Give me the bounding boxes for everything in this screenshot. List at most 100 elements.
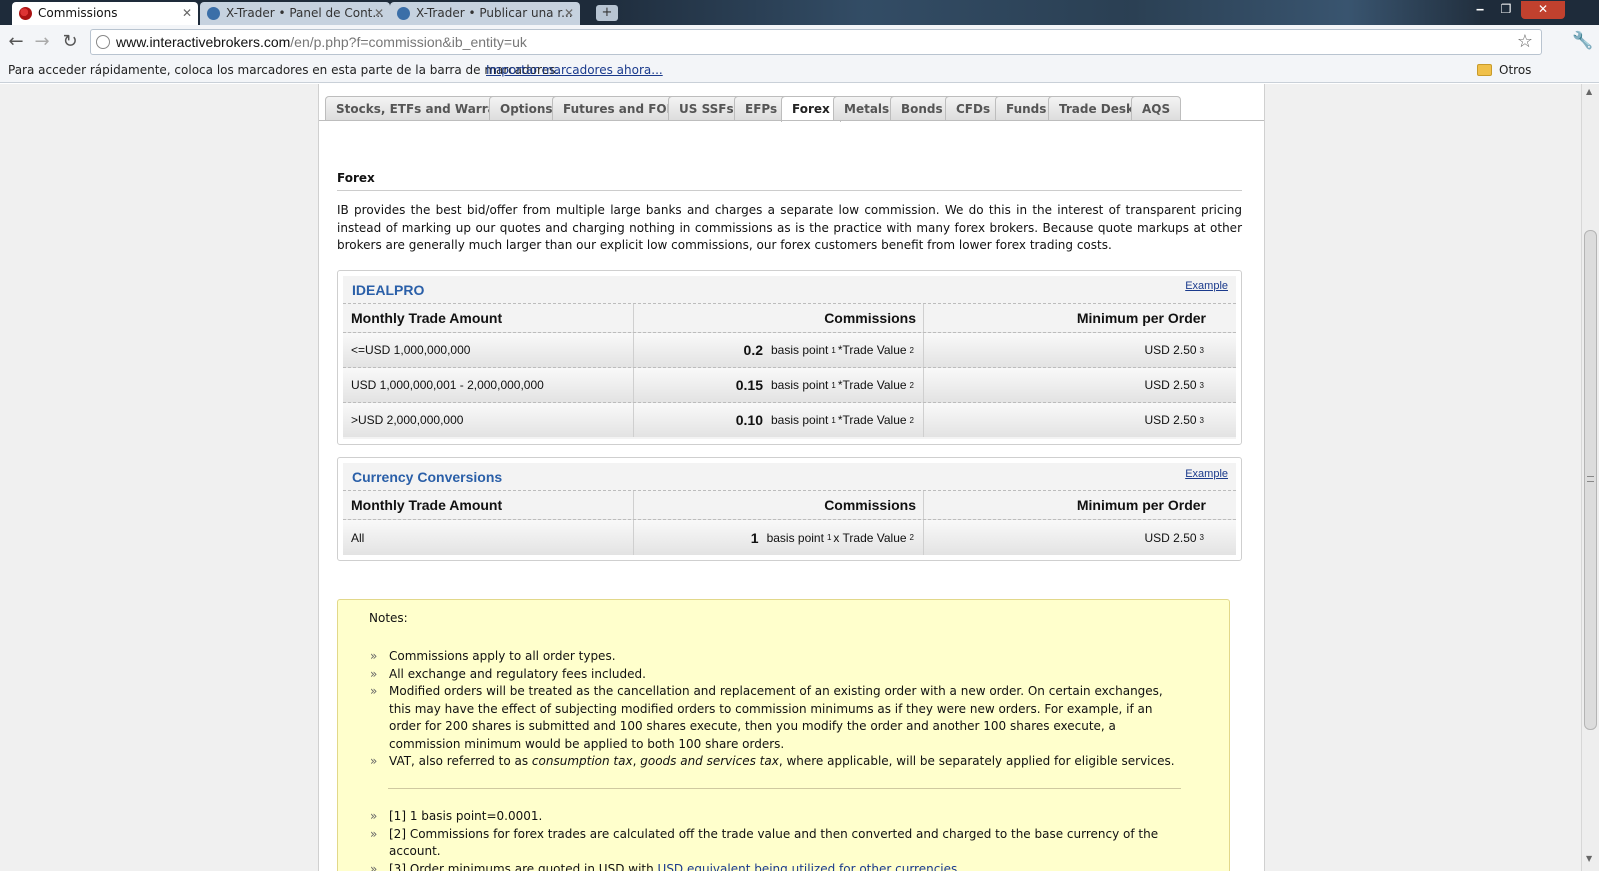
- browser-tab-commissions[interactable]: Commissions ✕: [12, 2, 198, 25]
- browser-tab-xtrader-publicar[interactable]: X-Trader • Publicar una r... ✕: [390, 2, 580, 25]
- trade-amount: <=USD 1,000,000,000: [351, 343, 471, 357]
- footnote-item: » [3] Order minimums are quoted in USD wi…: [370, 861, 1182, 871]
- idealpro-title: IDEALPRO: [352, 282, 425, 298]
- bullet-icon: »: [370, 684, 378, 698]
- footnote-ref[interactable]: 3: [1200, 346, 1204, 355]
- footnote-ref[interactable]: 2: [910, 381, 914, 390]
- import-bookmarks-link[interactable]: Importar marcadores ahora...: [486, 58, 663, 82]
- idealpro-example-link[interactable]: Example: [1185, 280, 1228, 292]
- new-tab-button[interactable]: +: [596, 5, 618, 21]
- bullet-icon: »: [370, 826, 378, 841]
- table-row: >USD 2,000,000,000 0.10 basis point 1 *Trad…: [343, 402, 1236, 437]
- commission-rate: 1: [750, 529, 759, 546]
- commission-multiplier: *Trade Value: [837, 378, 907, 392]
- section-title: Forex: [337, 171, 375, 185]
- browser-tab-title: Commissions: [38, 6, 118, 20]
- idealpro-panel: IDEALPRO Example Monthly Trade Amount Co…: [337, 270, 1242, 445]
- trade-amount: >USD 2,000,000,000: [351, 413, 464, 427]
- footnote-ref[interactable]: 2: [910, 346, 914, 355]
- notes-divider: [388, 788, 1181, 789]
- minimum-cell: USD 2.50 3: [923, 368, 1213, 402]
- idealpro-table: IDEALPRO Example Monthly Trade Amount Co…: [343, 276, 1236, 439]
- table-row: USD 1,000,000,001 - 2,000,000,000 0.15 ba…: [343, 367, 1236, 402]
- currency-conversions-panel: Currency Conversions Example Monthly Tra…: [337, 457, 1242, 561]
- commission-multiplier: x Trade Value: [833, 530, 907, 545]
- close-window-icon[interactable]: ✕: [1521, 1, 1565, 19]
- footnote-ref[interactable]: 2: [910, 416, 914, 425]
- tab-efps[interactable]: EFPs: [734, 96, 789, 121]
- notes-box: Notes: » Commissions apply to all order t…: [337, 599, 1230, 871]
- footnote-ref[interactable]: 1: [831, 416, 835, 425]
- bullet-icon: »: [370, 754, 378, 768]
- xtrader-favicon-icon: [397, 7, 410, 20]
- address-bar[interactable]: www.interactivebrokers.com/en/p.php?f=co…: [90, 29, 1542, 55]
- minimum-value: USD 2.50: [1144, 530, 1197, 545]
- commission-unit: basis point: [766, 530, 824, 545]
- footnote-ref[interactable]: 3: [1200, 416, 1204, 425]
- commission-multiplier: *Trade Value: [837, 343, 907, 357]
- trade-amount: All: [351, 530, 365, 545]
- list-item: » VAT, also referred to as consumption ta…: [370, 753, 1182, 771]
- currency-conversions-table: Currency Conversions Example Monthly Tra…: [343, 463, 1236, 555]
- browser-tab-xtrader-panel[interactable]: X-Trader • Panel de Cont... ✕: [200, 2, 390, 25]
- trade-amount: USD 1,000,000,001 - 2,000,000,000: [351, 378, 544, 392]
- footnote-ref[interactable]: 3: [1200, 533, 1204, 542]
- minimum-value: USD 2.50: [1144, 413, 1197, 427]
- commission-rate: 0.2: [743, 342, 763, 358]
- bullet-icon: »: [370, 666, 378, 681]
- scrollbar-grip-icon: [1587, 476, 1594, 482]
- footnote-ref[interactable]: 1: [827, 533, 831, 542]
- tab-forex[interactable]: Forex: [781, 96, 841, 122]
- wrench-icon[interactable]: 🔧: [1572, 31, 1593, 51]
- reload-icon[interactable]: ↻: [59, 31, 81, 53]
- commission-cell: 0.10 basis point 1 *Trade Value 2: [633, 403, 923, 437]
- footnote-ref[interactable]: 1: [831, 381, 835, 390]
- table-row: <=USD 1,000,000,000 0.2 basis point 1 *Trad…: [343, 332, 1236, 367]
- minimum-cell: USD 2.50 3: [923, 333, 1213, 367]
- commission-unit: basis point: [771, 378, 829, 392]
- maximize-icon[interactable]: ❐: [1493, 1, 1519, 19]
- list-item: » Commissions apply to all order types.: [370, 648, 1182, 666]
- forward-arrow-icon[interactable]: →: [31, 31, 53, 53]
- window-background: [600, 0, 1480, 25]
- currency-conversions-example-link[interactable]: Example: [1185, 468, 1228, 480]
- close-tab-icon[interactable]: ✕: [564, 2, 574, 24]
- header-monthly-trade-amount: Monthly Trade Amount: [351, 497, 503, 513]
- list-item: » All exchange and regulatory fees includ…: [370, 666, 1182, 684]
- scroll-up-icon[interactable]: ▲: [1586, 87, 1592, 96]
- usd-equivalent-link[interactable]: USD equivalent being utilized for other …: [658, 862, 958, 871]
- bookmarks-bar: Para acceder rápidamente, coloca los mar…: [0, 58, 1599, 101]
- commission-multiplier: *Trade Value: [837, 413, 907, 427]
- header-commissions: Commissions: [633, 304, 923, 332]
- footnote-ref[interactable]: 2: [910, 533, 914, 542]
- commission-unit: basis point: [771, 343, 829, 357]
- vertical-scrollbar[interactable]: ▲ ▼: [1581, 84, 1599, 871]
- star-icon[interactable]: ☆: [1517, 30, 1533, 54]
- back-arrow-icon[interactable]: ←: [5, 31, 27, 53]
- scroll-down-icon[interactable]: ▼: [1586, 854, 1592, 863]
- minimum-cell: USD 2.50 3: [923, 403, 1213, 437]
- tab-aqs[interactable]: AQS: [1131, 96, 1182, 121]
- xtrader-favicon-icon: [207, 7, 220, 20]
- browser-tabstrip: Commissions ✕ X-Trader • Panel de Cont..…: [0, 0, 1599, 25]
- table-header: Monthly Trade Amount Commissions Minimum…: [343, 490, 1236, 519]
- footnote-ref[interactable]: 3: [1200, 381, 1204, 390]
- browser-tab-title: X-Trader • Publicar una r...: [416, 6, 573, 20]
- table-header: Monthly Trade Amount Commissions Minimum…: [343, 303, 1236, 332]
- intro-paragraph: IB provides the best bid/offer from mult…: [337, 203, 1242, 252]
- list-item: » Modified orders will be treated as the …: [370, 684, 1163, 751]
- bullet-icon: »: [370, 809, 378, 823]
- bookmarks-message: Para acceder rápidamente, coloca los mar…: [8, 63, 560, 77]
- minimize-icon[interactable]: ‒: [1467, 1, 1493, 19]
- minimum-value: USD 2.50: [1144, 378, 1197, 392]
- footnote-ref[interactable]: 1: [831, 346, 835, 355]
- header-minimum-per-order: Minimum per Order: [923, 304, 1213, 332]
- tab-cfds[interactable]: CFDs: [945, 96, 1002, 121]
- url-text: www.interactivebrokers.com/en/p.php?f=co…: [116, 34, 527, 50]
- currency-conversions-title: Currency Conversions: [352, 469, 503, 485]
- close-tab-icon[interactable]: ✕: [374, 2, 384, 24]
- ib-favicon-icon: [19, 7, 32, 20]
- close-tab-icon[interactable]: ✕: [182, 2, 192, 24]
- page-icon: [96, 35, 110, 49]
- header-commissions: Commissions: [633, 491, 923, 519]
